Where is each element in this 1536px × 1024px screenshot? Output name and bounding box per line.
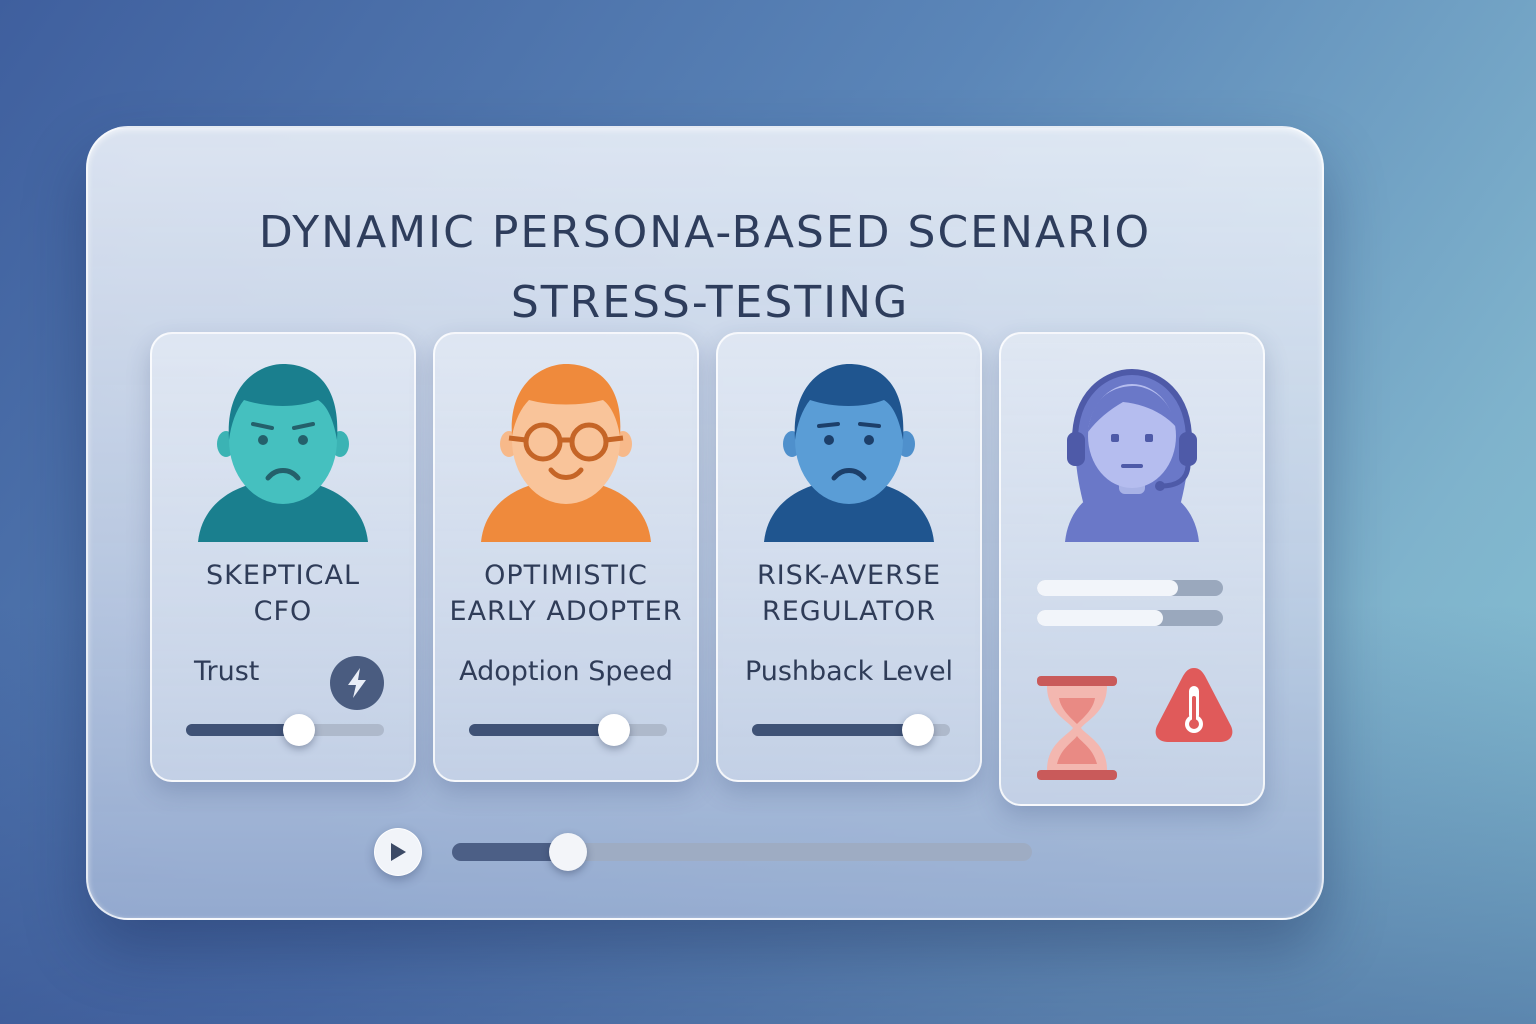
glasses-smiling-face-icon	[481, 364, 651, 542]
play-button[interactable]	[374, 828, 422, 876]
title-line-1: DYNAMIC PERSONA-BASED SCENARIO	[258, 207, 1152, 258]
scenario-timeline-slider[interactable]	[452, 833, 1032, 871]
slider-thumb[interactable]	[597, 714, 630, 746]
title-line-2: STRESS-TESTING	[510, 277, 910, 328]
timeline-thumb[interactable]	[549, 833, 587, 871]
agent-card[interactable]	[999, 332, 1265, 806]
persona-name: SKEPTICAL CFO	[205, 560, 360, 627]
metric-label-pushback-level: Pushback Level	[744, 656, 954, 687]
headset-agent-icon	[1065, 368, 1199, 542]
persona-card-optimistic-early-adopter[interactable]: OPTIMISTIC EARLY ADOPTER Adoption Speed	[433, 332, 699, 782]
status-bar	[1037, 610, 1223, 626]
persona-name: RISK-AVERSE REGULATOR	[756, 560, 942, 627]
skeptical-face-icon	[198, 364, 368, 542]
trust-slider[interactable]	[186, 714, 384, 746]
pushback-level-slider[interactable]	[752, 714, 950, 746]
persona-card-risk-averse-regulator[interactable]: RISK-AVERSE REGULATOR Pushback Level	[716, 332, 982, 782]
persona-name: OPTIMISTIC EARLY ADOPTER	[449, 560, 683, 627]
scenario-panel: DYNAMIC PERSONA-BASED SCENARIO STRESS-TE…	[86, 126, 1324, 920]
lightning-icon[interactable]	[330, 656, 384, 710]
slider-thumb[interactable]	[902, 714, 935, 746]
page-title: DYNAMIC PERSONA-BASED SCENARIO STRESS-TE…	[88, 198, 1322, 338]
worried-face-icon	[764, 364, 934, 542]
status-bar	[1037, 580, 1223, 596]
hourglass-icon	[1037, 676, 1117, 780]
adoption-speed-slider[interactable]	[469, 714, 667, 746]
thermometer-warning-icon	[1155, 668, 1233, 742]
play-icon	[391, 843, 406, 861]
persona-card-skeptical-cfo[interactable]: SKEPTICAL CFO Trust	[150, 332, 416, 782]
slider-thumb[interactable]	[282, 714, 315, 746]
metric-label-adoption-speed: Adoption Speed	[459, 656, 673, 687]
